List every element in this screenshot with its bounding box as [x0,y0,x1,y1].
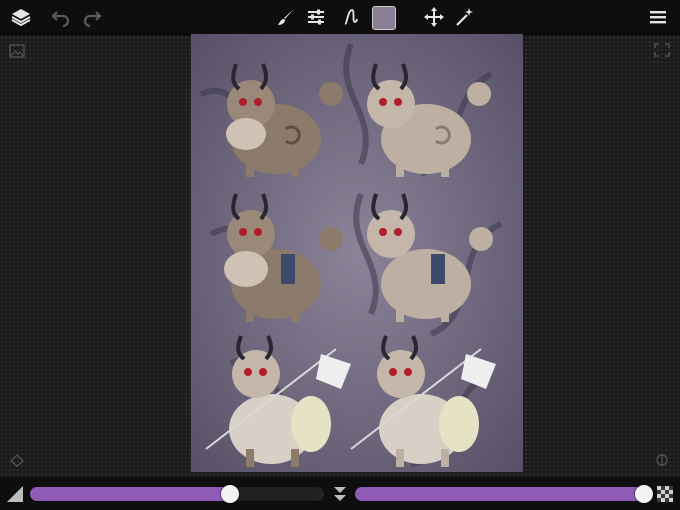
brush-icon [278,9,294,25]
opacity-handle[interactable] [635,485,653,503]
undo-button[interactable] [49,5,73,29]
drawing-canvas[interactable] [191,34,523,472]
undo-icon [51,11,70,27]
eraser-icon[interactable] [9,453,25,467]
pan-icon[interactable] [654,453,670,467]
brush-size-fill [30,487,230,501]
artwork [191,34,523,472]
brush-size-slider[interactable] [30,485,324,503]
menu-icon [650,11,666,24]
opacity-checker-icon[interactable] [657,486,673,502]
menu-button[interactable] [646,5,670,29]
image-icon[interactable] [9,44,25,58]
redo-icon [83,11,102,27]
adjust-button[interactable] [304,5,328,29]
stroke-button[interactable] [339,5,363,29]
stroke-icon [344,9,358,25]
brush-size-handle[interactable] [221,485,239,503]
swap-sliders-icon[interactable] [332,485,348,503]
color-swatch[interactable] [372,6,396,30]
redo-button[interactable] [80,5,104,29]
move-button[interactable] [422,5,446,29]
opacity-fill [355,487,644,501]
layers-button[interactable] [9,5,33,29]
opacity-slider[interactable] [355,485,653,503]
magic-wand-icon [456,8,473,26]
brush-button[interactable] [274,5,298,29]
brush-size-icon[interactable] [7,486,23,502]
sliders-icon [308,9,324,25]
magic-wand-button[interactable] [452,5,476,29]
top-toolbar [0,0,680,35]
layers-icon [11,9,31,27]
fullscreen-icon[interactable] [654,43,670,57]
move-icon [424,7,444,27]
bottom-toolbar [0,477,680,510]
